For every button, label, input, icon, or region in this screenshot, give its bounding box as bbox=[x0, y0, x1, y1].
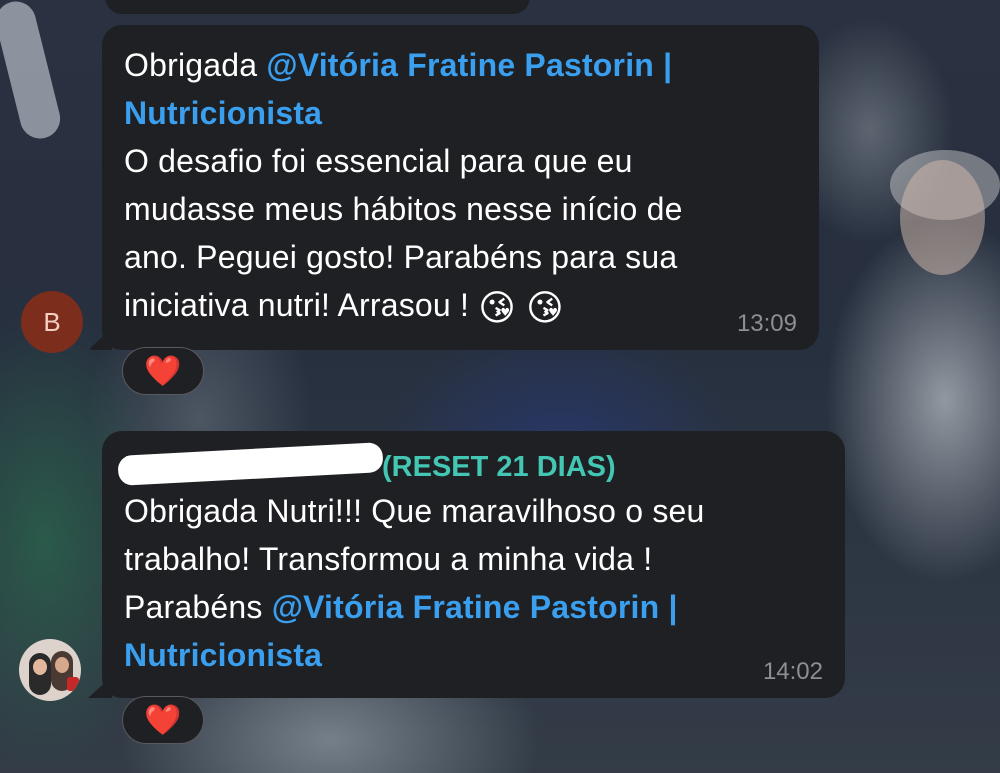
message-bubble[interactable]: Obrigada @Vitória Fratine Pastorin | Nut… bbox=[102, 25, 819, 350]
previous-message-bubble[interactable] bbox=[105, 0, 530, 14]
message-text: Obrigada Nutri!!! Que maravilhoso o seu … bbox=[124, 487, 825, 679]
avatar[interactable] bbox=[19, 639, 81, 701]
redaction-mark bbox=[117, 442, 384, 486]
message-text-prefix: Obrigada bbox=[124, 47, 267, 83]
message-timestamp: 13:09 bbox=[736, 310, 797, 337]
message-bubble[interactable]: N (RESET 21 DIAS) Obrigada Nutri!!! Que … bbox=[102, 431, 845, 698]
message-line: O desafio foi essencial para que eu bbox=[124, 143, 633, 179]
heart-icon: ❤️ bbox=[144, 703, 182, 737]
message-line: trabalho! Transformou a minha vida ! bbox=[124, 541, 653, 577]
avatar[interactable]: B bbox=[21, 291, 83, 353]
message-timestamp: 14:02 bbox=[762, 658, 823, 685]
kiss-emoji: 😘 😘 bbox=[478, 287, 564, 328]
message-line: ano. Peguei gosto! Parabéns para sua bbox=[124, 239, 678, 275]
heart-reaction[interactable]: ❤️ bbox=[122, 347, 204, 395]
message-line: mudasse meus hábitos nesse início de bbox=[124, 191, 683, 227]
message-text: Obrigada @Vitória Fratine Pastorin | Nut… bbox=[124, 41, 799, 329]
message-line: iniciativa nutri! Arrasou ! bbox=[124, 287, 479, 323]
message-line: Obrigada Nutri!!! Que maravilhoso o seu bbox=[124, 493, 705, 529]
heart-icon: ❤️ bbox=[144, 354, 182, 388]
avatar-letter: B bbox=[43, 306, 61, 337]
heart-reaction[interactable]: ❤️ bbox=[122, 696, 204, 744]
sender-name[interactable]: N (RESET 21 DIAS) bbox=[117, 442, 825, 487]
sender-group-tag: (RESET 21 DIAS) bbox=[382, 451, 616, 483]
message-text-prefix: Parabéns bbox=[124, 589, 272, 625]
